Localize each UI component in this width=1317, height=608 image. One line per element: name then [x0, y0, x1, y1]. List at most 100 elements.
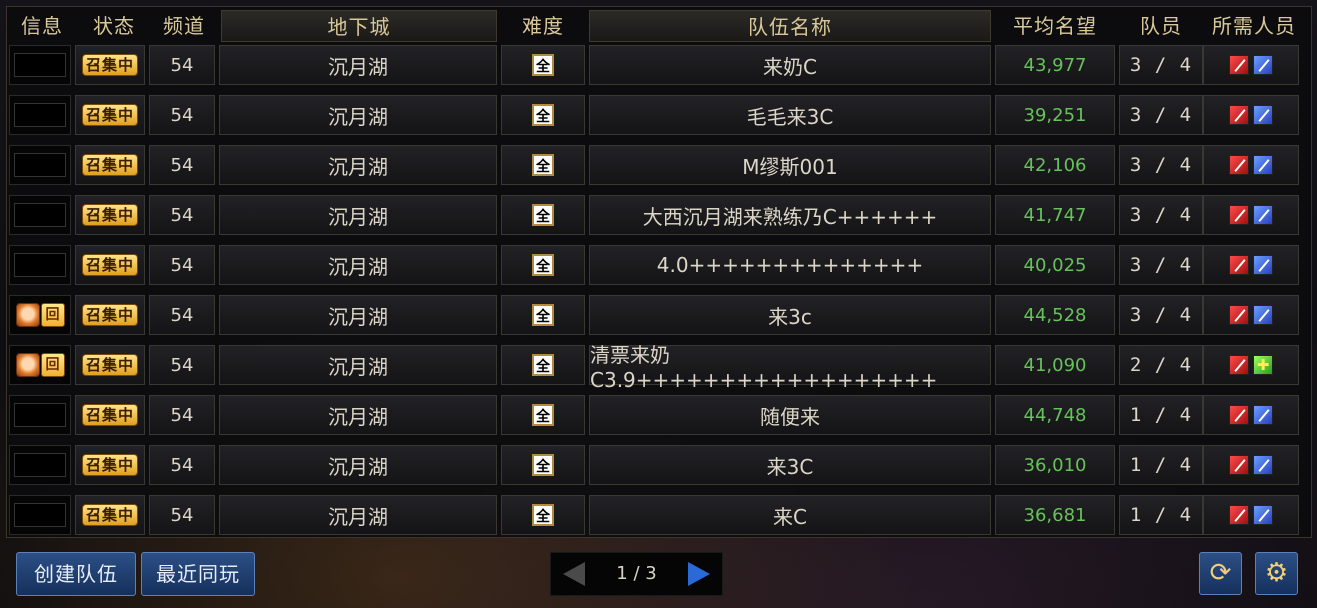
page-indicator: 1 / 3: [616, 563, 657, 584]
mage-role-icon: [1253, 155, 1273, 175]
avg-fame: 42,106: [1023, 154, 1087, 176]
healer-role-icon: ✚: [1253, 355, 1273, 375]
face-icon: [15, 303, 40, 327]
dungeon-name: 沉月湖: [328, 204, 388, 229]
row-fame-cell: 41,747: [995, 195, 1115, 235]
status-badge: 召集中: [81, 204, 138, 226]
returning-player-icon: 回: [15, 353, 65, 377]
row-fame-cell: 36,010: [995, 445, 1115, 485]
table-row[interactable]: 召集中 54 沉月湖 全 来C 36,681 1 / 4: [9, 495, 1305, 537]
row-dungeon-cell: 沉月湖: [219, 45, 497, 85]
table-row[interactable]: 召集中 54 沉月湖 全 大西沉月湖来熟练乃C++++++ 41,747 3 / 4: [9, 195, 1305, 237]
member-count: 3 / 4: [1129, 154, 1193, 176]
settings-button[interactable]: ⚙: [1255, 552, 1298, 595]
row-info-cell: [9, 245, 71, 285]
status-badge: 召集中: [81, 304, 138, 326]
status-badge: 召集中: [81, 504, 138, 526]
dungeon-name: 沉月湖: [328, 154, 388, 179]
row-status-cell: 召集中: [75, 345, 145, 385]
info-slot: [14, 203, 66, 227]
avg-fame: 44,528: [1023, 304, 1087, 326]
table-row[interactable]: 回召集中 54 沉月湖 全 清票来奶C3.9++++++++++++++++++ 41,0…: [9, 343, 1305, 392]
channel-number: 54: [170, 354, 194, 376]
row-required-roles-cell: [1203, 295, 1299, 335]
row-info-cell: [9, 195, 71, 235]
row-difficulty-cell: 全: [501, 295, 585, 335]
avg-fame: 41,747: [1023, 204, 1087, 226]
row-fame-cell: 44,748: [995, 395, 1115, 435]
row-difficulty-cell: 全: [501, 145, 585, 185]
header-avg-fame: 平均名望: [1013, 14, 1097, 38]
dealer-role-icon: [1229, 105, 1249, 125]
row-channel-cell: 54: [149, 395, 215, 435]
row-team-name-cell: 来3C: [589, 445, 991, 485]
team-list-panel: 信息 状态 频道 地下城 难度 队伍名称 平均名望 队员 所需人员 召集中 54 沉…: [6, 6, 1312, 538]
channel-number: 54: [170, 154, 194, 176]
row-required-roles-cell: [1203, 45, 1299, 85]
create-team-button[interactable]: 创建队伍: [16, 552, 136, 596]
refresh-icon: ⟳: [1209, 558, 1232, 588]
status-badge: 召集中: [81, 104, 138, 126]
table-row[interactable]: 回召集中 54 沉月湖 全 来3c 44,528 3 / 4: [9, 295, 1305, 337]
row-required-roles-cell: [1203, 445, 1299, 485]
row-dungeon-cell: 沉月湖: [219, 245, 497, 285]
info-slot: [14, 103, 66, 127]
mage-role-icon: [1253, 255, 1273, 275]
table-row[interactable]: 召集中 54 沉月湖 全 毛毛来3C 39,251 3 / 4: [9, 95, 1305, 137]
team-name: 4.0++++++++++++++: [656, 253, 924, 277]
table-row[interactable]: 召集中 54 沉月湖 全 M缪斯001 42,106 3 / 4: [9, 145, 1305, 187]
row-members-cell: 3 / 4: [1119, 195, 1203, 235]
table-row[interactable]: 召集中 54 沉月湖 全 来3C 36,010 1 / 4: [9, 445, 1305, 487]
row-dungeon-cell: 沉月湖: [219, 295, 497, 335]
row-difficulty-cell: 全: [501, 395, 585, 435]
row-members-cell: 3 / 4: [1119, 95, 1203, 135]
pagination: 1 / 3: [550, 552, 723, 596]
team-name: 大西沉月湖来熟练乃C++++++: [642, 204, 938, 229]
member-count: 3 / 4: [1129, 54, 1193, 76]
channel-number: 54: [170, 304, 194, 326]
status-badge: 召集中: [81, 254, 138, 276]
row-dungeon-cell: 沉月湖: [219, 445, 497, 485]
row-members-cell: 3 / 4: [1119, 45, 1203, 85]
row-required-roles-cell: [1203, 245, 1299, 285]
table-row[interactable]: 召集中 54 沉月湖 全 随便来 44,748 1 / 4: [9, 395, 1305, 437]
avg-fame: 39,251: [1023, 104, 1087, 126]
return-badge: 回: [40, 353, 65, 377]
member-count: 1 / 4: [1129, 504, 1193, 526]
row-team-name-cell: 随便来: [589, 395, 991, 435]
dungeon-name: 沉月湖: [328, 454, 388, 479]
row-status-cell: 召集中: [75, 195, 145, 235]
row-channel-cell: 54: [149, 445, 215, 485]
row-fame-cell: 41,090: [995, 345, 1115, 385]
row-fame-cell: 43,977: [995, 45, 1115, 85]
row-dungeon-cell: 沉月湖: [219, 495, 497, 535]
avg-fame: 43,977: [1023, 54, 1087, 76]
info-slot: [14, 403, 66, 427]
row-required-roles-cell: [1203, 195, 1299, 235]
refresh-button[interactable]: ⟳: [1199, 552, 1242, 595]
table-row[interactable]: 召集中 54 沉月湖 全 4.0++++++++++++++ 40,025 3 / 4: [9, 245, 1305, 287]
row-required-roles-cell: [1203, 395, 1299, 435]
mage-role-icon: [1253, 305, 1273, 325]
channel-number: 54: [170, 504, 194, 526]
row-info-cell: [9, 95, 71, 135]
difficulty-badge: 全: [532, 354, 554, 376]
header-team-name: 队伍名称: [589, 10, 991, 42]
prev-page-icon[interactable]: [563, 562, 585, 586]
dealer-role-icon: [1229, 305, 1249, 325]
row-difficulty-cell: 全: [501, 245, 585, 285]
dealer-role-icon: [1229, 355, 1249, 375]
info-slot: [14, 503, 66, 527]
recent-played-button[interactable]: 最近同玩: [141, 552, 255, 596]
next-page-icon[interactable]: [688, 562, 710, 586]
row-difficulty-cell: 全: [501, 95, 585, 135]
dealer-role-icon: [1229, 255, 1249, 275]
row-info-cell: 回: [9, 345, 71, 385]
dealer-role-icon: [1229, 505, 1249, 525]
channel-number: 54: [170, 54, 194, 76]
dungeon-name: 沉月湖: [328, 304, 388, 329]
table-row[interactable]: 召集中 54 沉月湖 全 来奶C 43,977 3 / 4: [9, 45, 1305, 87]
row-fame-cell: 36,681: [995, 495, 1115, 535]
header-members: 队员: [1140, 14, 1182, 38]
member-count: 3 / 4: [1129, 104, 1193, 126]
